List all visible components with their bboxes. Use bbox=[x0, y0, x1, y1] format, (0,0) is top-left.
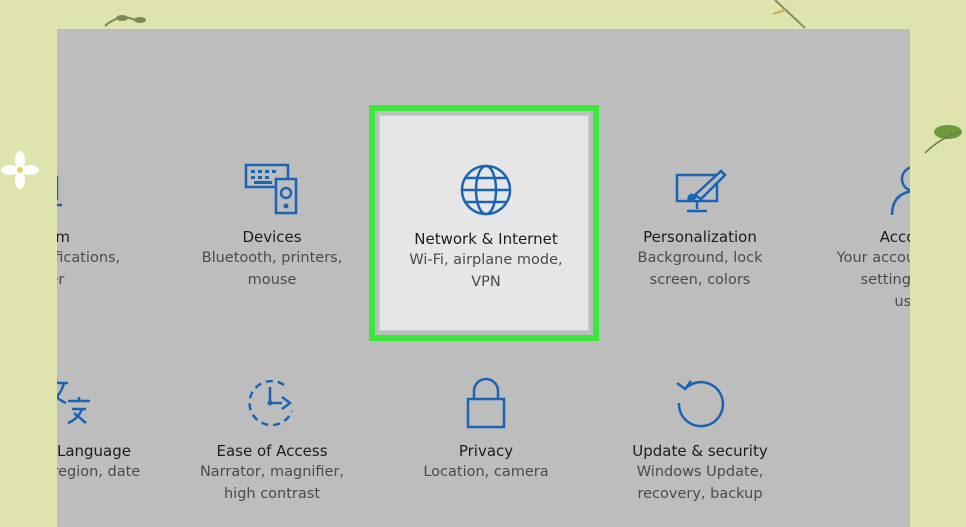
tile-title: Ease of Access bbox=[216, 442, 328, 460]
flower-decoration-icon bbox=[1, 151, 39, 189]
tile-desc-line: high contrast bbox=[223, 486, 321, 502]
tile-desc-line: Background, lock bbox=[637, 250, 763, 266]
settings-tile-time-language[interactable]: Time & Language Speech, region, date bbox=[57, 377, 165, 483]
tile-desc-line: Display, notifications, bbox=[57, 250, 121, 266]
settings-tile-privacy[interactable]: Privacy Location, camera bbox=[386, 377, 586, 483]
tile-desc-line: VPN bbox=[471, 274, 501, 290]
keyboard-speaker-icon bbox=[244, 163, 298, 215]
tile-title: Update & security bbox=[632, 442, 768, 460]
settings-tile-personalization[interactable]: Personalization Background, lock screen,… bbox=[600, 169, 800, 291]
refresh-icon bbox=[676, 380, 725, 428]
ease-of-access-icon bbox=[248, 379, 294, 427]
settings-tile-network-internet[interactable]: Network & Internet Wi-Fi, airplane mode,… bbox=[386, 163, 586, 293]
branch-decoration-icon bbox=[772, 0, 806, 29]
tile-desc-line: Windows Update, bbox=[636, 464, 764, 480]
lock-icon bbox=[466, 377, 506, 429]
tile-title: Time & Language bbox=[57, 442, 131, 460]
paint-monitor-icon bbox=[675, 169, 727, 213]
tile-desc-line: Location, camera bbox=[423, 464, 549, 480]
settings-tile-ease-of-access[interactable]: Ease of Access Narrator, magnifier, high… bbox=[172, 377, 372, 505]
settings-panel: System Display, notifications, power Dev… bbox=[57, 29, 910, 527]
tile-title: Devices bbox=[242, 228, 302, 246]
tile-title: Personalization bbox=[643, 228, 757, 246]
laptop-icon bbox=[57, 175, 62, 207]
tile-title: Network & Internet bbox=[414, 230, 558, 248]
settings-tile-accounts[interactable]: Accounts Your accounts, email, settings,… bbox=[814, 163, 910, 313]
leaf-decoration-icon bbox=[924, 125, 962, 154]
settings-tile-devices[interactable]: Devices Bluetooth, printers, mouse bbox=[172, 163, 372, 291]
globe-icon bbox=[460, 164, 512, 216]
tile-desc-line: Narrator, magnifier, bbox=[199, 464, 345, 480]
settings-tile-system[interactable]: System Display, notifications, power bbox=[57, 169, 142, 291]
tile-desc-line: Your accounts, email, bbox=[836, 250, 910, 266]
language-icon bbox=[57, 379, 90, 425]
tile-desc-line: users bbox=[894, 294, 910, 310]
tile-desc-line: screen, colors bbox=[649, 272, 751, 288]
settings-tile-update-security[interactable]: Update & security Windows Update, recove… bbox=[600, 377, 800, 505]
tile-desc-line: power bbox=[57, 272, 65, 288]
tile-title: Privacy bbox=[458, 442, 514, 460]
tile-desc-line: Speech, region, date bbox=[57, 464, 141, 480]
tile-title: Accounts bbox=[879, 228, 910, 246]
tile-title: System bbox=[57, 228, 70, 246]
tile-desc-line: mouse bbox=[247, 272, 297, 288]
tile-desc-line: Bluetooth, printers, bbox=[201, 250, 343, 266]
tile-desc-line: settings, work, bbox=[860, 272, 910, 288]
tile-desc-line: recovery, backup bbox=[637, 486, 763, 502]
tile-desc-line: Wi-Fi, airplane mode, bbox=[409, 252, 563, 268]
person-icon bbox=[890, 166, 910, 215]
